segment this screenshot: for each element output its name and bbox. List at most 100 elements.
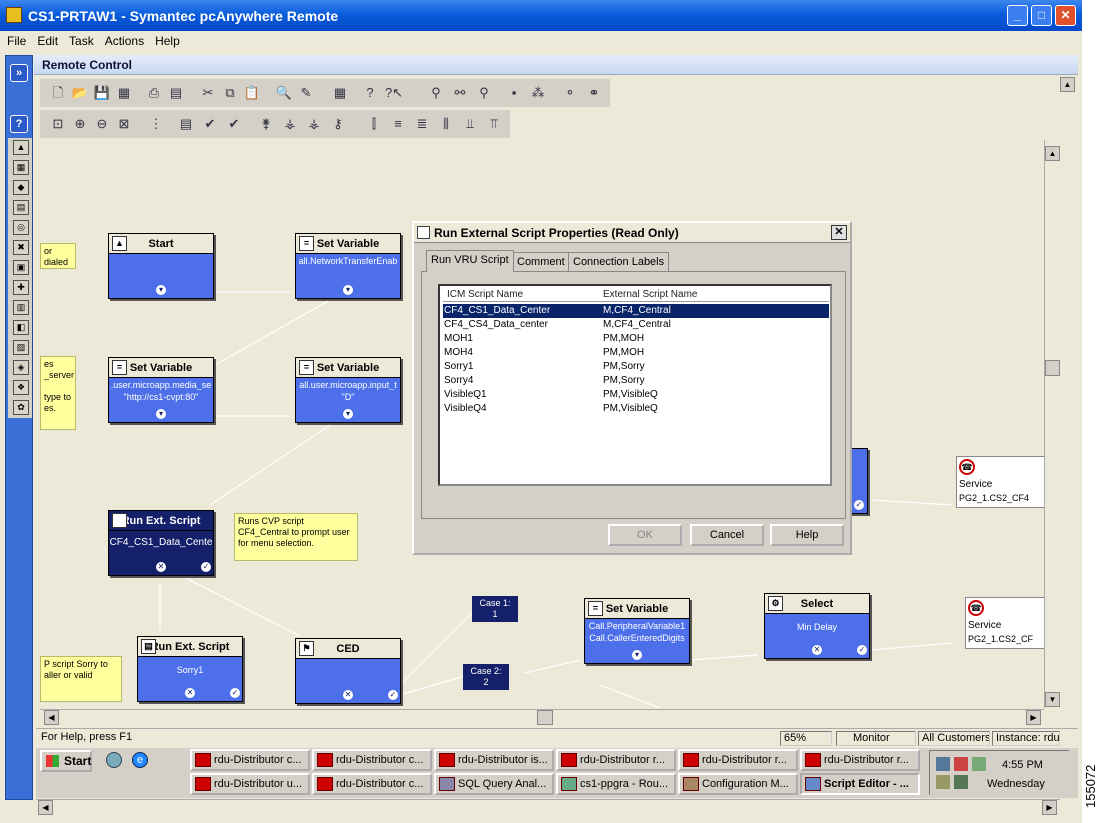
validate-all-icon[interactable]: ✔ bbox=[224, 114, 244, 134]
tree-layout-icon[interactable]: ⚶ bbox=[304, 114, 324, 134]
align-top-icon[interactable]: ⫼ bbox=[436, 114, 456, 134]
cut-icon[interactable]: ✂ bbox=[198, 83, 218, 103]
minimize-button[interactable]: _ bbox=[1007, 5, 1028, 26]
scroll-left-icon[interactable]: ◀ bbox=[38, 800, 53, 815]
grid-icon[interactable]: ▦ bbox=[330, 83, 350, 103]
scroll-right-icon[interactable]: ▶ bbox=[1026, 710, 1041, 725]
tab-connection-labels[interactable]: Connection Labels bbox=[568, 252, 670, 272]
connector-icon[interactable]: ▾ bbox=[632, 650, 642, 660]
task-button[interactable]: Configuration M... bbox=[678, 773, 798, 795]
print-icon[interactable]: ⎙ bbox=[144, 83, 164, 103]
tree-layout-icon[interactable]: ⚶ bbox=[280, 114, 300, 134]
node-select[interactable]: ⚙ Select Min Delay ✕ ✓ bbox=[764, 593, 870, 659]
save-icon[interactable]: 💾 bbox=[92, 83, 112, 103]
open-icon[interactable]: 📂 bbox=[70, 83, 90, 103]
ok-button[interactable]: OK bbox=[608, 524, 682, 546]
failure-connector-icon[interactable]: ✕ bbox=[185, 688, 195, 698]
context-help-icon[interactable]: ?↖ bbox=[384, 83, 404, 103]
node-ced[interactable]: ⚑ CED ✕ ✓ bbox=[295, 638, 401, 704]
failure-connector-icon[interactable]: ✕ bbox=[156, 562, 166, 572]
node-partial[interactable]: ✓ bbox=[850, 448, 868, 514]
scroll-up-icon[interactable]: ▲ bbox=[1060, 77, 1075, 92]
scroll-down-icon[interactable]: ▼ bbox=[1045, 692, 1060, 707]
script-list[interactable]: ICM Script Name External Script Name CF4… bbox=[438, 284, 832, 486]
node-set-variable-3[interactable]: = Set Variable all.user.microapp.input_t … bbox=[295, 357, 401, 423]
network-icon[interactable] bbox=[936, 757, 950, 771]
list-item[interactable]: MOH4 PM,MOH bbox=[443, 346, 829, 360]
palette-node-icon[interactable]: ▥ bbox=[13, 300, 29, 315]
align-left-icon[interactable]: ⫿ bbox=[364, 114, 384, 134]
save-all-icon[interactable]: ▦ bbox=[114, 83, 134, 103]
zoom-fit-icon[interactable]: ⊡ bbox=[48, 114, 68, 134]
palette-node-icon[interactable]: ▨ bbox=[13, 340, 29, 355]
case-1-label[interactable]: Case 1: 1 bbox=[472, 596, 518, 622]
palette-node-icon[interactable]: ◆ bbox=[13, 180, 29, 195]
success-connector-icon[interactable]: ✓ bbox=[854, 500, 864, 510]
align-center-icon[interactable]: ≡ bbox=[388, 114, 408, 134]
palette-node-icon[interactable]: ◧ bbox=[13, 320, 29, 335]
scroll-thumb[interactable] bbox=[537, 710, 553, 725]
find-icon[interactable]: 🔍 bbox=[274, 83, 294, 103]
print-preview-icon[interactable]: ▤ bbox=[166, 83, 186, 103]
validate-icon[interactable]: ✔ bbox=[200, 114, 220, 134]
show-grid-icon[interactable]: ⋮ bbox=[146, 114, 166, 134]
tree-layout-icon[interactable]: ⚷ bbox=[328, 114, 348, 134]
connector-icon[interactable]: ▾ bbox=[343, 409, 353, 419]
monitor-toggle[interactable]: Monitor bbox=[836, 731, 916, 746]
cancel-button[interactable]: Cancel bbox=[690, 524, 764, 546]
node-service-2[interactable]: ☎ Service PG2_1.CS2_CF bbox=[965, 597, 1044, 649]
task-button[interactable]: rdu-Distributor is... bbox=[434, 749, 554, 771]
zoom-level[interactable]: 65% bbox=[780, 731, 832, 746]
zoom-in-icon[interactable]: ⊕ bbox=[70, 114, 90, 134]
tab-run-vru-script[interactable]: Run VRU Script bbox=[426, 250, 514, 272]
maximize-button[interactable]: □ bbox=[1031, 5, 1052, 26]
success-connector-icon[interactable]: ✓ bbox=[857, 645, 867, 655]
canvas-vertical-scrollbar[interactable]: ▲ ▼ bbox=[1044, 140, 1060, 708]
canvas-horizontal-scrollbar[interactable]: ◀ ▶ bbox=[40, 709, 1044, 725]
list-item[interactable]: MOH1 PM,MOH bbox=[443, 332, 829, 346]
node-start[interactable]: ▲ Start ▾ bbox=[108, 233, 214, 299]
zoom-out-icon[interactable]: ⊖ bbox=[92, 114, 112, 134]
palette-node-icon[interactable]: ◎ bbox=[13, 220, 29, 235]
tab-comment[interactable]: Comment bbox=[512, 252, 570, 272]
status-icon[interactable] bbox=[972, 757, 986, 771]
scroll-right-icon[interactable]: ▶ bbox=[1042, 800, 1057, 815]
success-connector-icon[interactable]: ✓ bbox=[230, 688, 240, 698]
zoom-box-icon[interactable]: ⊠ bbox=[114, 114, 134, 134]
help-button[interactable]: Help bbox=[770, 524, 844, 546]
help-icon[interactable]: ? bbox=[10, 115, 28, 133]
paste-icon[interactable]: 📋 bbox=[242, 83, 262, 103]
task-button[interactable]: rdu-Distributor c... bbox=[312, 749, 432, 771]
menu-actions[interactable]: Actions bbox=[98, 31, 148, 48]
scroll-left-icon[interactable]: ◀ bbox=[44, 710, 59, 725]
menu-help[interactable]: Help bbox=[148, 31, 184, 48]
palette-node-icon[interactable]: ❖ bbox=[13, 380, 29, 395]
palette-node-icon[interactable]: ✖ bbox=[13, 240, 29, 255]
dialog-close-button[interactable]: ✕ bbox=[831, 225, 847, 240]
expand-sidebar-icon[interactable]: » bbox=[10, 64, 28, 82]
ie-icon[interactable]: e bbox=[132, 752, 148, 768]
task-button-active[interactable]: Script Editor - ... bbox=[800, 773, 920, 795]
failure-connector-icon[interactable]: ✕ bbox=[343, 690, 353, 700]
clock-time[interactable]: 4:55 PM bbox=[1002, 759, 1043, 771]
tray-icon[interactable] bbox=[936, 775, 950, 789]
scroll-thumb[interactable] bbox=[1045, 360, 1060, 376]
task-button[interactable]: rdu-Distributor u... bbox=[190, 773, 310, 795]
node-run-ext-script-1[interactable]: ▤ Run Ext. Script CF4_CS1_Data_Cente ✕ ✓ bbox=[108, 510, 214, 576]
align-bottom-icon[interactable]: ⫪ bbox=[484, 114, 504, 134]
start-button[interactable]: Start bbox=[40, 750, 92, 772]
menu-edit[interactable]: Edit bbox=[30, 31, 62, 48]
note-runs-cvp[interactable]: Runs CVP script CF4_Central to prompt us… bbox=[234, 513, 358, 561]
task-button[interactable]: rdu-Distributor c... bbox=[312, 773, 432, 795]
antivirus-icon[interactable] bbox=[954, 757, 968, 771]
scroll-up-icon[interactable]: ▲ bbox=[1045, 146, 1060, 161]
list-item[interactable]: CF4_CS4_Data_center M,CF4_Central bbox=[443, 318, 829, 332]
task-button[interactable]: SQL Query Anal... bbox=[434, 773, 554, 795]
node-service-1[interactable]: ☎ Service PG2_1.CS2_CF4 bbox=[956, 456, 1044, 508]
quick-launch-icon[interactable] bbox=[106, 752, 122, 768]
success-connector-icon[interactable]: ✓ bbox=[201, 562, 211, 572]
palette-start-icon[interactable]: ▲ bbox=[13, 140, 29, 155]
remote-horizontal-scrollbar[interactable]: ◀ ▶ bbox=[36, 799, 1060, 815]
select-mode-icon[interactable]: ⚲ bbox=[426, 83, 446, 103]
customer-filter[interactable]: All Customers bbox=[918, 731, 990, 746]
